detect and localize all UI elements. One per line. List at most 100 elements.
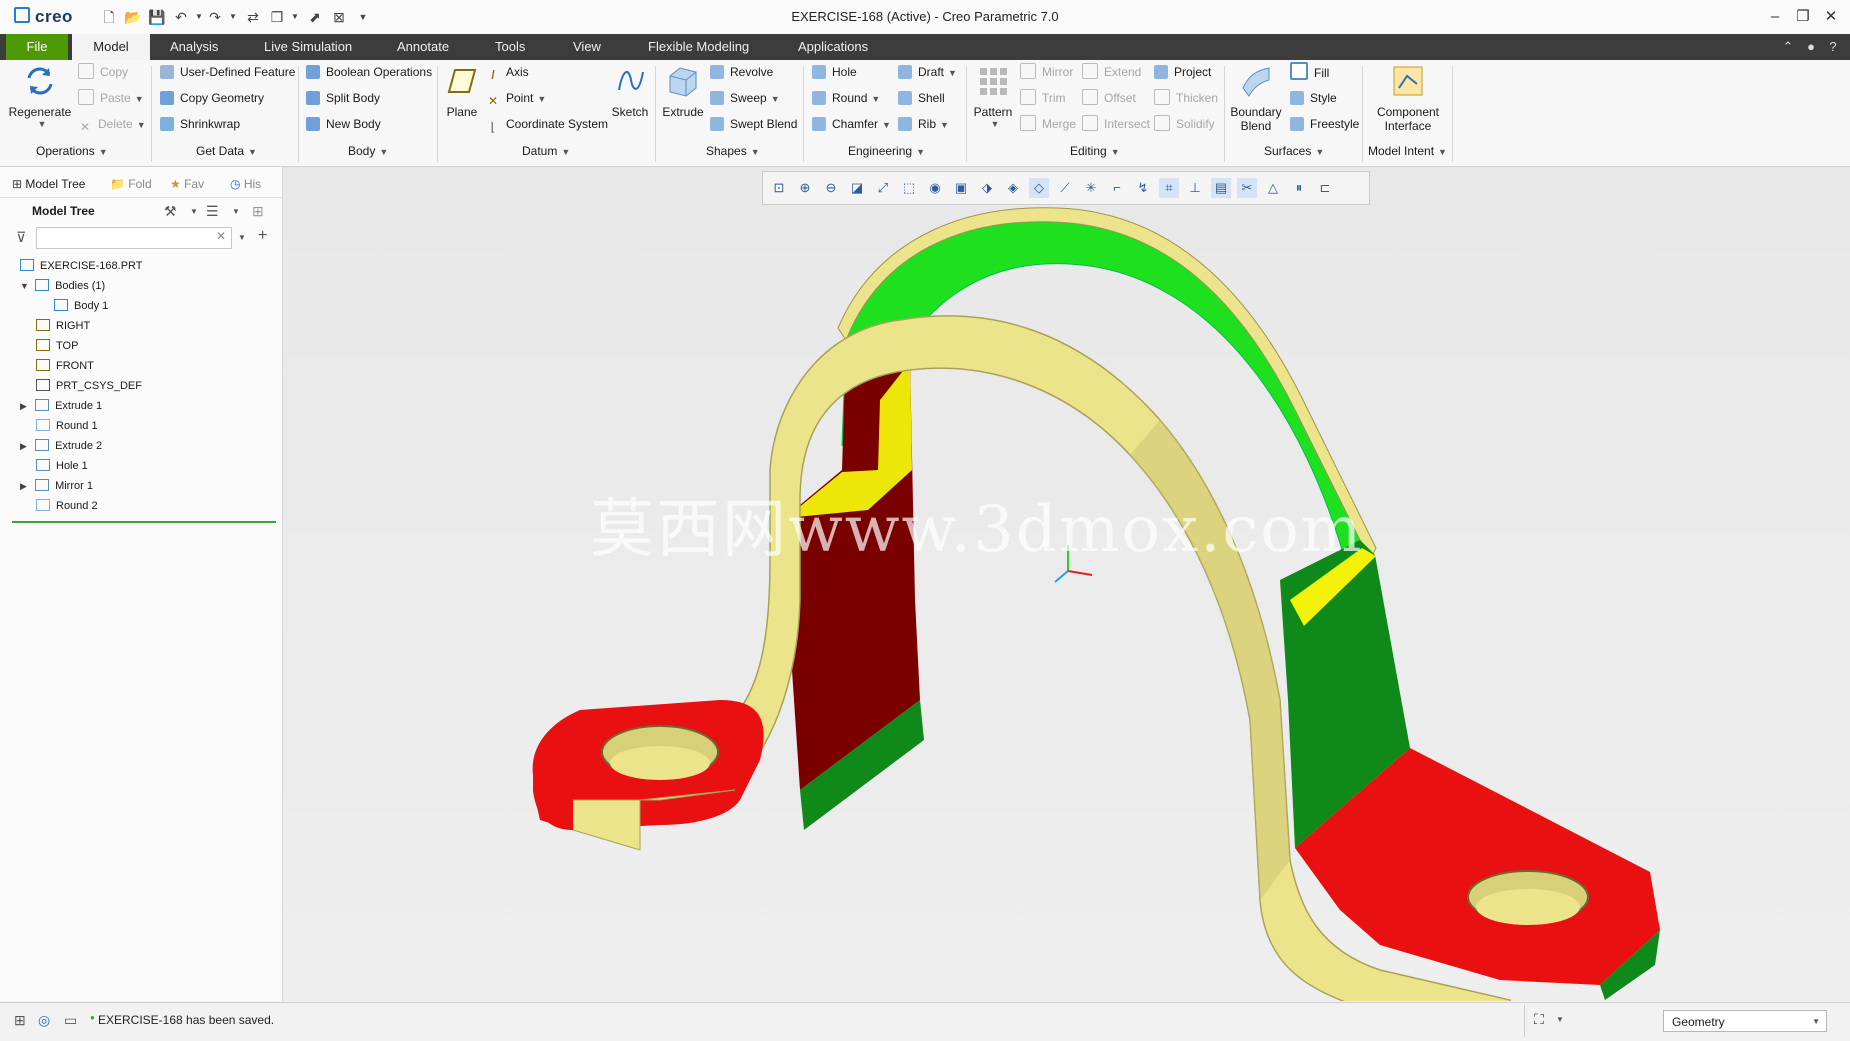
shapes-group-label[interactable]: Shapes ▼ [706, 144, 760, 158]
chamfer-button[interactable]: Chamfer ▼ [812, 114, 891, 134]
expand-icon[interactable]: ▶ [20, 396, 32, 416]
tree-item[interactable]: ▼ Bodies (1) [0, 276, 105, 296]
tree-filter-icon[interactable]: ⊞ [252, 203, 264, 220]
tab-flexible-modeling[interactable]: Flexible Modeling [634, 34, 763, 60]
annotation-display-icon[interactable]: ⌗ [1159, 178, 1179, 198]
redo-icon[interactable]: ↷ [206, 8, 224, 26]
undo-icon[interactable]: ↶ [172, 8, 190, 26]
spin-center-icon[interactable]: ↯ [1133, 178, 1153, 198]
editing-group-label[interactable]: Editing ▼ [1070, 144, 1120, 158]
boundary-blend-button[interactable]: Boundary Blend [1228, 64, 1284, 133]
find-dropdown-icon[interactable]: ▼ [1556, 1015, 1564, 1024]
intersect-button[interactable]: Intersect [1082, 114, 1150, 134]
help-icon[interactable]: ? [1824, 39, 1842, 54]
new-file-icon[interactable]: 🗋 [100, 8, 118, 26]
clear-search-icon[interactable]: ✕ [216, 229, 226, 243]
copy-geometry-button[interactable]: Copy Geometry [160, 88, 264, 108]
tree-item[interactable]: ▶ Extrude 2 [0, 436, 102, 456]
tree-settings-icon[interactable]: ⚒ [164, 203, 177, 220]
get-data-group-label[interactable]: Get Data ▼ [196, 144, 257, 158]
annotation-icon[interactable]: ⊏ [1315, 178, 1335, 198]
regenerate-small-icon[interactable]: ⇄ [244, 8, 262, 26]
navigator-toggle-icon[interactable]: ⊞ [14, 1012, 26, 1029]
paste-button[interactable]: Paste ▼ [78, 88, 144, 108]
csys-display-icon[interactable]: ⌐ [1107, 178, 1127, 198]
model-intent-group-label[interactable]: Model Intent ▼ [1368, 144, 1447, 158]
graphics-window[interactable]: 莫西网www.3dmox.com [283, 167, 1850, 1001]
add-icon[interactable]: + [258, 227, 267, 245]
expand-icon[interactable]: ▶ [20, 476, 32, 496]
copy-button[interactable]: Copy [78, 62, 128, 82]
full-screen-icon[interactable]: ▭ [64, 1012, 77, 1029]
round-button[interactable]: Round ▼ [812, 88, 880, 108]
point-display-icon[interactable]: ✳ [1081, 178, 1101, 198]
boolean-operations-button[interactable]: Boolean Operations [306, 62, 432, 82]
tree-item[interactable]: PRT_CSYS_DEF [0, 376, 142, 396]
tab-view[interactable]: View [559, 34, 615, 60]
saved-orientations-icon[interactable]: ⬚ [899, 178, 919, 198]
find-icon[interactable]: ⛶ [1534, 1011, 1544, 1028]
tree-item[interactable]: FRONT [0, 356, 94, 376]
collapse-icon[interactable]: ▼ [20, 276, 32, 296]
draft-button[interactable]: Draft ▼ [898, 62, 957, 82]
body-group-label[interactable]: Body ▼ [348, 144, 388, 158]
revolve-button[interactable]: Revolve [710, 62, 773, 82]
tab-model[interactable]: Model [72, 34, 150, 60]
tab-live-simulation[interactable]: Live Simulation [250, 34, 366, 60]
point-button[interactable]: ✕ Point ▼ [486, 88, 546, 108]
tree-item[interactable]: ▶ Mirror 1 [0, 476, 93, 496]
tab-history[interactable]: ◷ His [230, 173, 261, 195]
tag-display-icon[interactable]: ⊥ [1185, 178, 1205, 198]
tree-item[interactable]: TOP [0, 336, 78, 356]
sweep-button[interactable]: Sweep ▼ [710, 88, 780, 108]
style-button[interactable]: Style [1290, 88, 1337, 108]
part-model[interactable] [283, 167, 1850, 1001]
filter-icon[interactable]: ⊽ [16, 229, 26, 246]
tree-settings-dropdown-icon[interactable]: ▼ [190, 207, 198, 216]
tab-applications[interactable]: Applications [784, 34, 882, 60]
selection-filter-dropdown[interactable]: Geometry ▼ [1663, 1010, 1827, 1032]
pattern-dropdown-icon[interactable]: ▼ [974, 119, 1016, 129]
close-window-icon[interactable]: ⊠ [330, 8, 348, 26]
view-manager-icon[interactable]: ⬗ [977, 178, 997, 198]
split-body-button[interactable]: Split Body [306, 88, 380, 108]
tree-item[interactable]: Round 2 [0, 496, 98, 516]
regenerate-dropdown-icon[interactable]: ▼ [12, 119, 72, 129]
regenerate-button[interactable]: Regenerate ▼ [8, 64, 72, 129]
plane-display-icon[interactable]: ◇ [1029, 178, 1049, 198]
surfaces-group-label[interactable]: Surfaces ▼ [1264, 144, 1324, 158]
customize-qat-icon[interactable]: ▼ [354, 8, 372, 26]
pause-icon[interactable]: ⏸ [1289, 178, 1309, 198]
tree-item[interactable]: RIGHT [0, 316, 90, 336]
hole-button[interactable]: Hole [812, 62, 857, 82]
engineering-group-label[interactable]: Engineering ▼ [848, 144, 925, 158]
tree-item[interactable]: EXERCISE-168.PRT [0, 256, 143, 276]
solidify-button[interactable]: Solidify [1154, 114, 1215, 134]
scissor-icon[interactable]: ✂ [1237, 178, 1257, 198]
switch-icon[interactable]: ⬈ [306, 8, 324, 26]
offset-button[interactable]: Offset [1082, 88, 1136, 108]
windows-icon[interactable]: ❐ [268, 8, 286, 26]
trim-button[interactable]: Trim [1020, 88, 1066, 108]
component-interface-button[interactable]: Component Interface [1368, 64, 1448, 133]
windows-dropdown-icon[interactable]: ▼ [286, 8, 304, 26]
project-button[interactable]: Project [1154, 62, 1211, 82]
extend-button[interactable]: Extend [1082, 62, 1141, 82]
datum-group-label[interactable]: Datum ▼ [522, 144, 570, 158]
search-options-icon[interactable]: ▼ [238, 233, 246, 242]
reorient-icon[interactable]: ⤢ [873, 178, 893, 198]
maximize-icon[interactable]: ❐ [1788, 6, 1818, 28]
show-icon[interactable]: ☰ [206, 203, 219, 220]
show-dropdown-icon[interactable]: ▼ [232, 207, 240, 216]
expand-icon[interactable]: ▶ [20, 436, 32, 456]
perspective-icon[interactable]: ▣ [951, 178, 971, 198]
tab-tools[interactable]: Tools [481, 34, 539, 60]
thicken-button[interactable]: Thicken [1154, 88, 1218, 108]
axis-display-icon[interactable]: ⟋ [1055, 178, 1075, 198]
plane-button[interactable]: Plane [440, 64, 484, 119]
save-icon[interactable]: 💾 [148, 8, 166, 26]
tree-item[interactable]: Hole 1 [0, 456, 88, 476]
display-style-icon[interactable]: ◉ [925, 178, 945, 198]
tree-item[interactable]: Body 1 [0, 296, 108, 316]
zoom-in-icon[interactable]: ⊕ [795, 178, 815, 198]
